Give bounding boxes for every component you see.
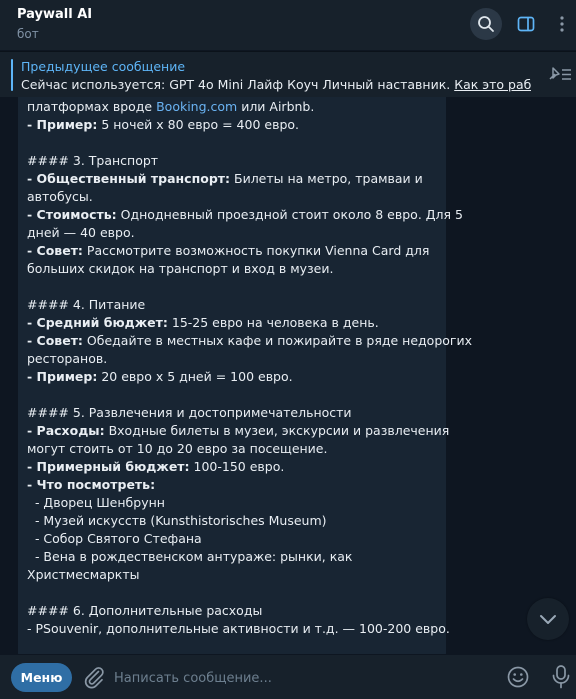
pinned-message-bar[interactable]: Предыдущее сообщение Сейчас используется…: [0, 51, 576, 98]
line-text: Рассмотрите возможность покупки Vienna C…: [82, 243, 430, 258]
message-line: - PSouvenir, дополнительные активности и…: [27, 621, 450, 636]
line-bold: - Пример:: [27, 369, 98, 384]
line-bold: - Совет:: [27, 333, 83, 348]
line-bold: - Средний бюджет:: [27, 315, 168, 330]
line-text: или Airbnb.: [237, 99, 315, 114]
emoji-icon[interactable]: [506, 665, 530, 689]
message-composer: Меню: [0, 655, 576, 699]
message-line: - Средний бюджет: 15-25 евро на человека…: [27, 314, 439, 332]
line-bold: - Пример:: [27, 117, 98, 132]
message-line: - Совет: Обедайте в местных кафе и пожир…: [27, 332, 472, 350]
line-bold: - Примерный бюджет:: [27, 459, 190, 474]
line-text: 5 ночей x 80 евро = 400 евро.: [97, 117, 300, 132]
chat-title[interactable]: Paywall AI: [17, 7, 92, 22]
message-line: - Примерный бюджет: 100-150 евро.: [27, 458, 439, 476]
chat-subtitle: бот: [17, 27, 39, 41]
line-bold: - Что посмотреть:: [27, 477, 156, 492]
more-vertical-icon: [560, 16, 564, 32]
pinned-how-it-works-link[interactable]: Как это работа...: [454, 77, 531, 92]
message-heading: #### 6. Дополнительные расходы: [27, 603, 263, 618]
chat-header: Paywall AI бот: [0, 0, 576, 50]
line-bold: - Стоимость:: [27, 207, 117, 222]
message-line: - Стоимость: Однодневный проездной стоит…: [27, 206, 463, 224]
message-line: - Общественный транспорт: Билеты на метр…: [27, 170, 439, 188]
message-line: - Вена в рождественском антураже: рынки,…: [27, 549, 353, 564]
pinned-title: Предыдущее сообщение: [21, 59, 186, 74]
message-line: - Музей искусств (Kunsthistorisches Muse…: [27, 513, 327, 528]
line-text: 100-150 евро.: [189, 459, 285, 474]
unpin-list-icon[interactable]: [546, 65, 572, 83]
message-heading: #### 5. Развлечения и достопримечательно…: [27, 405, 352, 420]
line-text: Обедайте в местных кафе и пожирайте в ря…: [82, 333, 472, 348]
message-heading: #### 3. Транспорт: [27, 153, 159, 168]
line-text: Входные билеты в музеи, экскурсии и разв…: [104, 423, 450, 438]
message-line: ресторанов.: [27, 351, 108, 366]
line-bold: - Общественный транспорт:: [27, 171, 231, 186]
message-line: платформах вроде Booking.com или Airbnb.: [27, 98, 439, 116]
message-input[interactable]: [112, 663, 486, 693]
sidebar-toggle-button[interactable]: [510, 8, 542, 40]
message-bubble: платформах вроде Booking.com или Airbnb.…: [18, 97, 472, 654]
search-button[interactable]: [470, 8, 502, 40]
message-line: Христмесмаркты: [27, 567, 140, 582]
booking-link[interactable]: Booking.com: [156, 99, 237, 114]
message-line: - Совет: Рассмотрите возможность покупки…: [27, 242, 439, 260]
line-text: Однодневный проездной стоит около 8 евро…: [116, 207, 463, 222]
pinned-accent-bar: [11, 59, 13, 91]
message-line: дней — 40 евро.: [27, 225, 135, 240]
paperclip-icon[interactable]: [82, 665, 106, 689]
more-button[interactable]: [552, 8, 572, 40]
message-line: - Дворец Шенбрунн: [27, 495, 165, 510]
sidebar-toggle-icon: [517, 16, 535, 32]
message-text: платформах вроде Booking.com или Airbnb.…: [27, 98, 472, 638]
message-line: - Пример: 5 ночей x 80 евро = 400 евро.: [27, 116, 439, 134]
message-line: - Пример: 20 евро x 5 дней = 100 евро.: [27, 368, 439, 386]
line-text: платформах вроде: [27, 99, 157, 114]
line-bold: - Совет:: [27, 243, 83, 258]
message-line: - Что посмотреть:: [27, 476, 439, 494]
bot-menu-button[interactable]: Меню: [11, 663, 72, 692]
search-icon: [478, 16, 494, 32]
line-text: 20 евро x 5 дней = 100 евро.: [97, 369, 293, 384]
line-bold: - Расходы:: [27, 423, 105, 438]
message-heading: #### 4. Питание: [27, 297, 146, 312]
chevron-down-icon: [540, 615, 556, 624]
message-line: больших скидок на транспорт и вход в муз…: [27, 261, 334, 276]
pinned-text: Сейчас используется: GPT 4o Mini Лайф Ко…: [21, 77, 531, 92]
scroll-to-bottom-button[interactable]: [527, 598, 569, 640]
message-line: автобусы.: [27, 189, 93, 204]
line-text: Билеты на метро, трамваи и: [230, 171, 423, 186]
message-line: могут стоить от 10 до 20 евро за посещен…: [27, 441, 328, 456]
pinned-text-prefix: Сейчас используется: GPT 4o Mini Лайф Ко…: [21, 77, 455, 92]
message-line: - Собор Святого Стефана: [27, 531, 202, 546]
message-list[interactable]: платформах вроде Booking.com или Airbnb.…: [0, 97, 576, 654]
line-text: 15-25 евро на человека в день.: [167, 315, 379, 330]
microphone-icon[interactable]: [550, 664, 572, 690]
message-line: - Расходы: Входные билеты в музеи, экску…: [27, 422, 449, 440]
